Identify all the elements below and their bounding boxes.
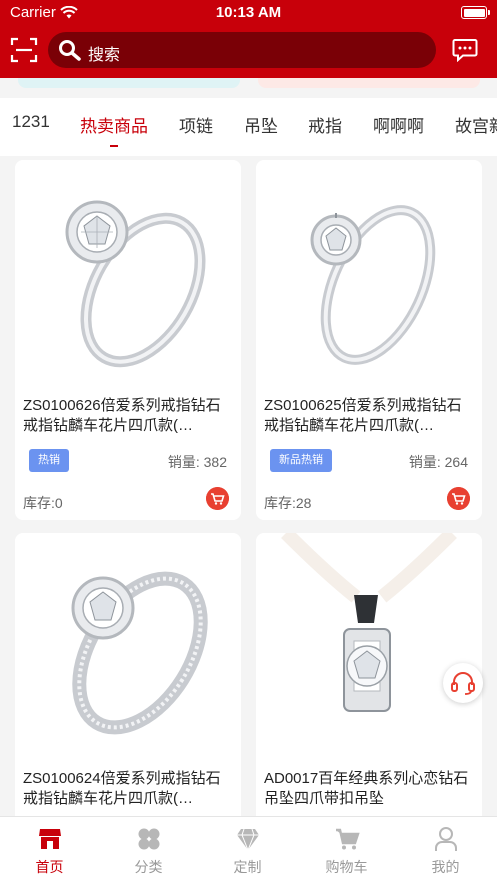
battery-icon — [461, 6, 490, 19]
clock: 10:13 AM — [215, 4, 282, 21]
nav-home[interactable]: 首页 — [0, 817, 99, 883]
tab-palace[interactable]: 故宫新 — [455, 112, 497, 137]
product-tag: 新品热销 — [270, 449, 332, 472]
product-title: ZS0100625倍爱系列戒指钻石戒指钻麟车花片四爪款(… — [264, 397, 462, 434]
add-to-cart-button[interactable] — [206, 487, 229, 510]
product-sales: 销量: 382 — [167, 454, 227, 470]
add-to-cart-button[interactable] — [447, 487, 470, 510]
search-icon — [59, 40, 81, 61]
diamond-icon — [237, 828, 259, 852]
product-image-ring — [65, 200, 206, 368]
nav-category-label: 分类 — [134, 859, 163, 875]
product-image-ring — [310, 205, 436, 365]
tab-pendant[interactable]: 吊坠 — [244, 112, 278, 137]
search-placeholder: 搜索 — [88, 47, 121, 64]
nav-cart-label: 购物车 — [325, 859, 368, 875]
tab-1231[interactable]: 1231 — [12, 112, 50, 132]
tab-ring[interactable]: 戒指 — [308, 112, 342, 137]
nav-mine[interactable]: 我的 — [396, 817, 495, 883]
status-bar: Carrier 10:13 AM — [0, 0, 497, 26]
user-icon — [435, 827, 457, 851]
headset-icon — [451, 672, 475, 695]
app-header: Carrier 10:13 AM 搜索 — [0, 0, 497, 78]
product-stock: 库存:28 — [264, 495, 312, 511]
nav-mine-label: 我的 — [431, 859, 460, 875]
customer-service-button[interactable] — [443, 663, 483, 703]
product-image-pendant — [281, 533, 457, 712]
product-title: AD0017百年经典系列心恋钻石吊坠四爪带扣吊坠 — [264, 770, 469, 807]
store-icon — [39, 829, 61, 849]
product-image-ring — [71, 571, 208, 735]
banner-left[interactable] — [18, 78, 240, 88]
cart-icon — [336, 828, 360, 850]
product-sales: 销量: 264 — [408, 454, 468, 470]
product-card[interactable]: ZS0100626倍爱系列戒指钻石戒指钻麟车花片四爪款(… 热销 销量: 382… — [15, 160, 241, 520]
nav-cart[interactable]: 购物车 — [297, 817, 396, 883]
category-tabs: 1231 热卖商品 项链 吊坠 戒指 啊啊啊 故宫新 — [0, 98, 497, 156]
bottom-navigation: 首页 分类 定制 购物车 我的 — [0, 816, 497, 883]
active-tab-indicator — [110, 145, 118, 147]
nav-custom[interactable]: 定制 — [198, 817, 297, 883]
product-card[interactable]: ZS0100624倍爱系列戒指钻石戒指钻麟车花片四爪款(… — [15, 533, 241, 833]
product-title: ZS0100626倍爱系列戒指钻石戒指钻麟车花片四爪款(… — [23, 397, 221, 434]
tab-aaa[interactable]: 啊啊啊 — [373, 112, 424, 137]
message-icon[interactable] — [452, 38, 478, 62]
product-tag: 热销 — [29, 449, 69, 472]
nav-home-label: 首页 — [35, 859, 64, 875]
product-card[interactable]: ZS0100625倍爱系列戒指钻石戒指钻麟车花片四爪款(… 新品热销 销量: 2… — [256, 160, 482, 520]
tab-hot-sale[interactable]: 热卖商品 — [80, 112, 148, 137]
tab-necklace[interactable]: 项链 — [179, 112, 213, 137]
search-input[interactable]: 搜索 — [48, 32, 436, 68]
scan-icon[interactable] — [10, 36, 38, 64]
nav-custom-label: 定制 — [233, 859, 262, 875]
product-title: ZS0100624倍爱系列戒指钻石戒指钻麟车花片四爪款(… — [23, 770, 221, 807]
category-icon — [138, 828, 160, 850]
product-stock: 库存:0 — [23, 495, 63, 511]
banner-right[interactable] — [258, 78, 480, 88]
nav-category[interactable]: 分类 — [99, 817, 198, 883]
